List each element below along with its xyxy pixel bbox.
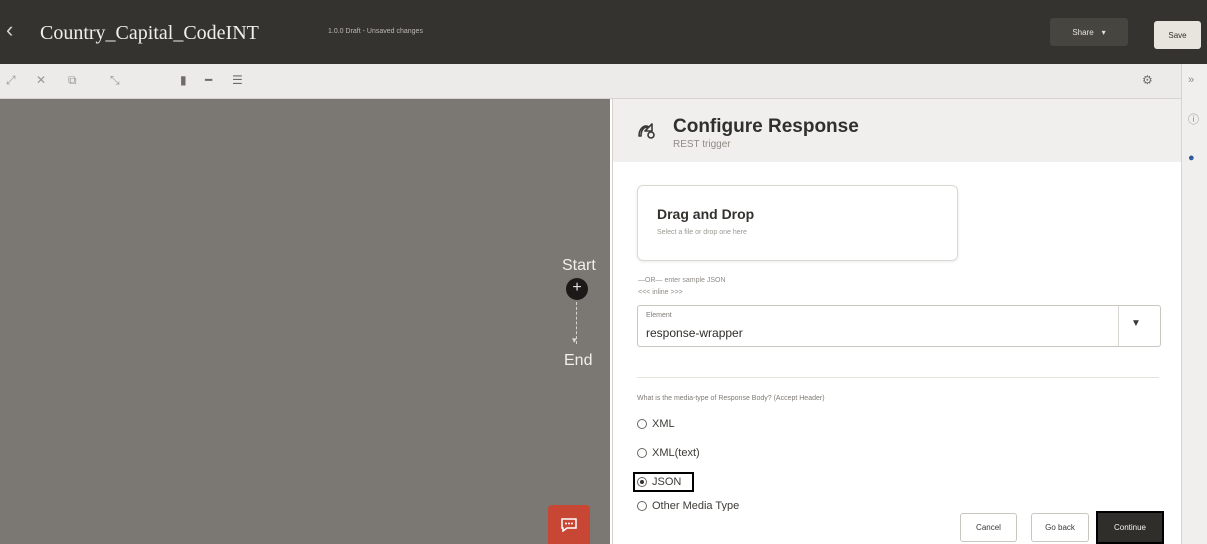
go-back-button[interactable]: Go back <box>1031 513 1089 542</box>
section-divider <box>637 377 1159 378</box>
map-pin-icon[interactable]: ● <box>1188 152 1195 164</box>
dropzone-subtitle: Select a file or drop one here <box>657 229 747 236</box>
save-button[interactable]: Save <box>1154 21 1201 49</box>
panel-subtitle: REST trigger <box>673 139 731 150</box>
chat-bubble-icon <box>561 517 577 532</box>
info-icon[interactable]: ⓘ <box>1188 111 1199 127</box>
radio-label: Other Media Type <box>652 501 740 511</box>
radio-circle[interactable] <box>637 501 647 511</box>
add-action-button[interactable]: + <box>566 278 588 300</box>
right-rail: » ⓘ ● <box>1181 64 1207 544</box>
radio-label: XML <box>652 418 675 430</box>
radio-circle-checked[interactable] <box>637 477 647 487</box>
settings-icon[interactable]: ⚙ <box>1142 73 1153 87</box>
file-dropzone[interactable]: Drag and Drop Select a file or drop one … <box>637 185 958 261</box>
element-select-value: response-wrapper <box>646 326 743 340</box>
radio-label: XML(text) <box>652 447 700 459</box>
top-bar: ‹ Country_Capital_CodeINT 1.0.0 Draft - … <box>0 0 1207 64</box>
element-select[interactable]: Element response-wrapper ▼ <box>637 305 1161 347</box>
radio-json[interactable]: JSON <box>637 473 681 491</box>
caret-down-icon[interactable]: ▼ <box>1131 318 1141 329</box>
enter-sample-json-link[interactable]: —OR— enter sample JSON <box>638 277 726 284</box>
expand-icon[interactable]: ⤢ <box>6 73 16 87</box>
element-select-label: Element <box>646 312 672 319</box>
copy-icon[interactable]: ⧉ <box>68 73 77 87</box>
collapse-rail-icon[interactable]: » <box>1188 74 1194 86</box>
canvas-toolbar: ⤢ ✕ ⧉ ⤡ ▮ ━ ☰ ⚙ <box>0 64 1207 99</box>
cancel-button[interactable]: Cancel <box>960 513 1017 542</box>
tree-layout-icon[interactable]: ☰ <box>232 73 243 87</box>
start-label: Start <box>562 257 596 274</box>
share-button[interactable]: Share ▾ <box>1050 18 1128 46</box>
radio-xml-text[interactable]: XML(text) <box>637 444 700 462</box>
chat-icon[interactable] <box>548 505 590 544</box>
chevron-down-icon: ▾ <box>1101 27 1106 37</box>
radio-label: JSON <box>652 476 682 488</box>
cut-icon[interactable]: ✕ <box>36 73 46 87</box>
radio-xml[interactable]: XML <box>637 415 675 433</box>
select-divider <box>1118 306 1119 346</box>
radio-circle[interactable] <box>637 419 647 429</box>
collapse-icon[interactable]: ⤡ <box>110 73 120 87</box>
dropzone-title: Drag and Drop <box>657 206 755 222</box>
share-button-label: Share <box>1072 27 1094 37</box>
arrow-down-icon: ▾ <box>572 335 577 345</box>
chevron-left-icon[interactable]: ‹ <box>6 18 13 42</box>
panel-title: Configure Response <box>673 116 859 137</box>
continue-button[interactable]: Continue <box>1096 511 1164 544</box>
inline-label: <<< inline >>> <box>638 289 683 296</box>
end-label: End <box>564 352 593 369</box>
panel-header: Configure Response REST trigger <box>613 99 1181 162</box>
vertical-layout-icon[interactable]: ▮ <box>180 73 187 87</box>
media-type-question: What is the media-type of Response Body?… <box>637 395 825 402</box>
response-icon <box>635 118 659 142</box>
integration-name: Country_Capital_CodeINT <box>40 22 259 44</box>
horizontal-layout-icon[interactable]: ━ <box>205 73 212 87</box>
radio-circle[interactable] <box>637 448 647 458</box>
configure-response-panel: Configure Response REST trigger Drag and… <box>612 99 1181 544</box>
radio-other-media-type[interactable]: Other Media Type <box>637 501 739 511</box>
integration-canvas[interactable] <box>0 99 610 544</box>
status-text: 1.0.0 Draft - Unsaved changes <box>328 28 423 35</box>
